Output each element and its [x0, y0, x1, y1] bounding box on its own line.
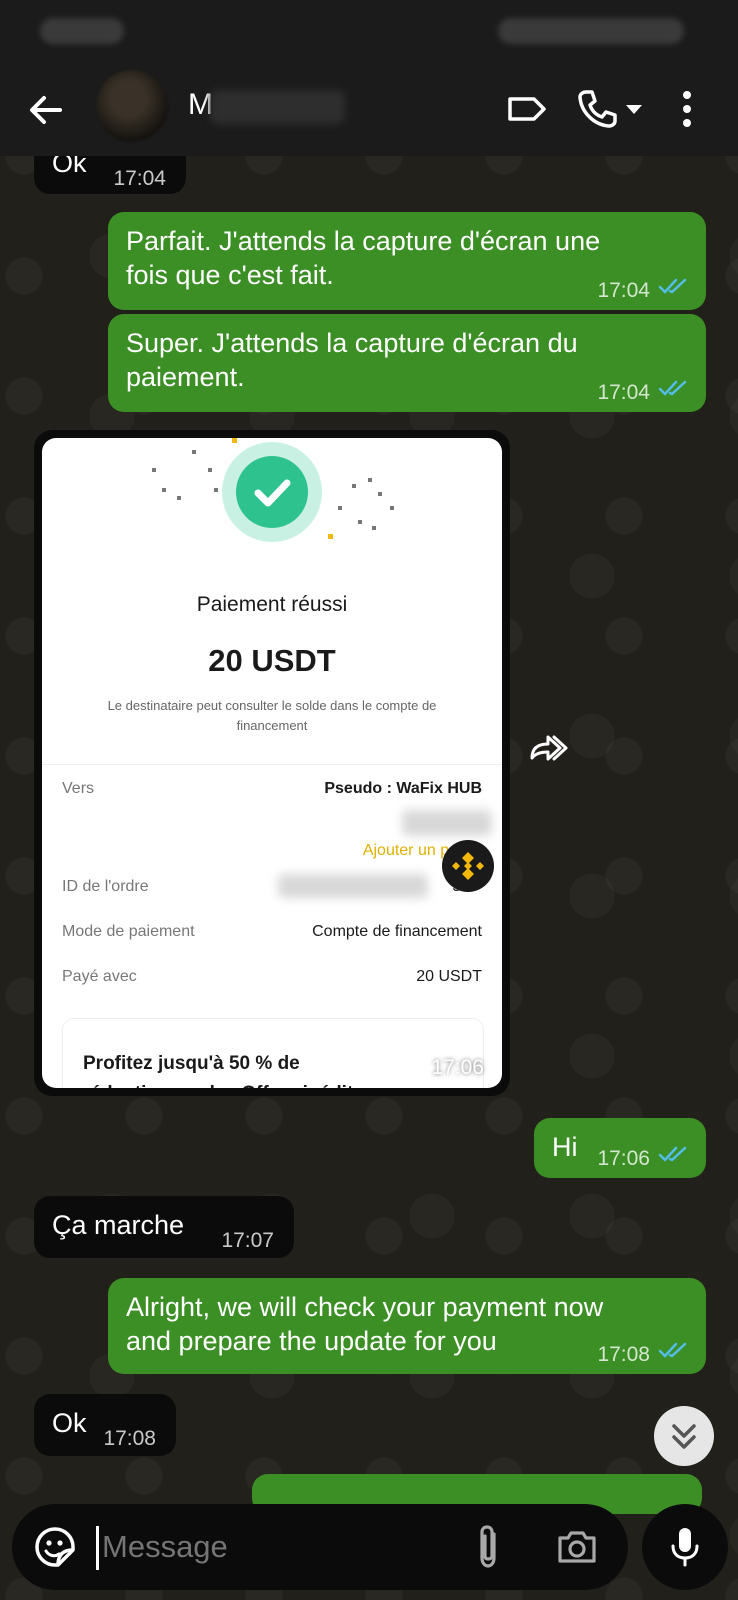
scroll-to-bottom-button[interactable]	[654, 1406, 714, 1466]
arrow-left-icon	[30, 96, 62, 124]
check-icon	[254, 479, 291, 507]
receipt-title: Paiement réussi	[196, 593, 348, 616]
receipt-method-value: Compte de financement	[312, 923, 482, 940]
message-input[interactable]	[100, 1522, 442, 1572]
message-input-field[interactable]	[100, 1522, 442, 1572]
message-input-bar	[12, 1504, 628, 1590]
phone-icon	[578, 90, 617, 128]
receipt-account-blurred	[402, 810, 492, 836]
message-time: 17:08	[103, 1427, 156, 1450]
message-text: Ça marche	[52, 1210, 185, 1240]
contact-name-blurred	[210, 90, 345, 124]
promo-text-line-2: réduction sur les Offres inédites	[83, 1079, 374, 1088]
incoming-message[interactable]: Ok 17:08	[34, 1394, 176, 1456]
outgoing-message[interactable]: Parfait. J'attends la capture d'écran un…	[108, 212, 706, 310]
message-text-line-2: fois que c'est fait.	[126, 260, 334, 290]
payment-receipt-image[interactable]: Paiement réussi 20 USDT Le destinataire …	[42, 438, 502, 1088]
sticker-icon	[35, 1527, 75, 1567]
status-bar	[0, 0, 738, 64]
contact-avatar[interactable]	[96, 70, 168, 142]
binance-logo-badge	[442, 840, 494, 892]
status-time-blurred	[40, 18, 124, 44]
label-button[interactable]	[504, 86, 550, 132]
more-vertical-icon	[683, 91, 691, 127]
status-icons-blurred	[498, 18, 684, 44]
outgoing-message[interactable]: Alright, we will check your payment now …	[108, 1278, 706, 1374]
voice-message-button[interactable]	[642, 1504, 728, 1590]
outgoing-message[interactable]: Hi 17:06	[534, 1118, 706, 1178]
receipt-to-value: Pseudo : WaFix HUB	[324, 780, 482, 797]
message-time: 17:04	[597, 381, 650, 404]
read-receipt-icon	[658, 1146, 687, 1162]
forward-icon	[530, 735, 568, 761]
receipt-order-label: ID de l'ordre	[62, 878, 149, 895]
receipt-to-label: Vers	[62, 780, 95, 797]
camera-button[interactable]	[552, 1522, 602, 1572]
message-text: Ok	[52, 1408, 87, 1438]
message-time: 17:07	[221, 1229, 274, 1252]
message-text-line-2: and prepare the update for you	[126, 1326, 497, 1356]
forward-button[interactable]	[524, 724, 572, 772]
receipt-description-line-1: Le destinataire peut consulter le solde …	[107, 698, 437, 713]
receipt-amount: 20 USDT	[208, 643, 336, 678]
promo-text-line-1: Profitez jusqu'à 50 % de	[83, 1053, 300, 1074]
success-check-badge	[222, 442, 322, 542]
receipt-divider	[42, 764, 502, 765]
message-text-line-2: paiement.	[126, 362, 245, 392]
message-time: 17:06	[597, 1147, 650, 1170]
camera-icon	[558, 1531, 596, 1563]
attach-button[interactable]	[466, 1522, 512, 1572]
label-icon	[508, 97, 546, 121]
image-message[interactable]: Paiement réussi 20 USDT Le destinataire …	[34, 430, 510, 1096]
incoming-message[interactable]: Ça marche 17:07	[34, 1196, 294, 1258]
message-text-line-1: Super. J'attends la capture d'écran du	[126, 328, 578, 358]
chevron-down-icon	[626, 105, 642, 114]
receipt-order-id-blurred	[278, 874, 428, 898]
double-chevron-down-icon	[672, 1424, 696, 1449]
receipt-paid-label: Payé avec	[62, 968, 137, 985]
more-options-button[interactable]	[672, 86, 702, 132]
message-time: 17:08	[597, 1343, 650, 1366]
microphone-icon	[671, 1528, 699, 1567]
back-button[interactable]	[22, 86, 70, 134]
message-text-line-1: Parfait. J'attends la capture d'écran un…	[126, 226, 601, 256]
message-time: 17:04	[113, 167, 166, 190]
message-time: 17:06	[431, 1056, 484, 1079]
call-button[interactable]	[574, 86, 646, 132]
read-receipt-icon	[658, 278, 687, 294]
message-time: 17:04	[597, 279, 650, 302]
outgoing-message[interactable]: Super. J'attends la capture d'écran du p…	[108, 314, 706, 412]
receipt-method-label: Mode de paiement	[62, 923, 195, 940]
read-receipt-icon	[658, 1342, 687, 1358]
receipt-promo-card: Profitez jusqu'à 50 % de réduction sur l…	[62, 1018, 484, 1088]
read-receipt-icon	[658, 380, 687, 396]
message-text-line-1: Alright, we will check your payment now	[126, 1292, 604, 1322]
chat-header-controls: M	[0, 64, 738, 156]
receipt-description-line-2: financement	[236, 718, 308, 733]
receipt-paid-value: 20 USDT	[416, 968, 482, 985]
sticker-button[interactable]	[32, 1524, 78, 1570]
message-text: Hi	[552, 1132, 578, 1162]
binance-icon	[452, 852, 484, 880]
text-cursor	[96, 1526, 99, 1570]
paperclip-icon	[480, 1525, 496, 1568]
